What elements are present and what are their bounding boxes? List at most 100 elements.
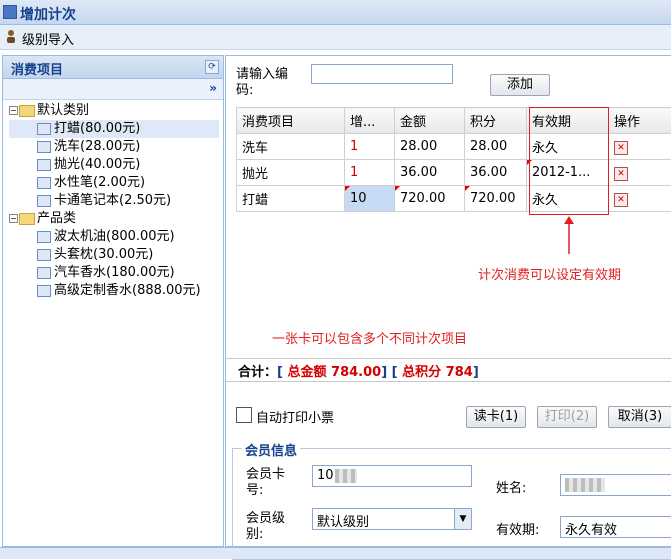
auto-print-label: 自动打印小票	[256, 407, 334, 426]
cell-item: 打蜡	[237, 186, 345, 212]
member-validity-field[interactable]: 永久有效	[560, 516, 671, 538]
total-points: 总积分 784	[402, 365, 473, 380]
tree-item[interactable]: 抛光(40.00元)	[9, 156, 219, 174]
auto-print-checkbox[interactable]	[236, 407, 252, 423]
cell-points[interactable]: 36.00	[465, 160, 527, 186]
delete-icon[interactable]: ✕	[614, 141, 628, 155]
card-number-value: 10	[317, 468, 334, 483]
tree-item[interactable]: 洗车(28.00元)	[9, 138, 219, 156]
folder-icon	[19, 213, 35, 225]
toolbar: 级别导入	[0, 25, 671, 50]
category-label: 默认类别	[37, 103, 89, 118]
delete-icon[interactable]: ✕	[614, 167, 628, 181]
level-import-button[interactable]: 级别导入	[22, 29, 74, 48]
tree-item[interactable]: 头套枕(30.00元)	[9, 246, 219, 264]
cell-amount[interactable]: 28.00	[395, 134, 465, 160]
user-icon	[6, 29, 16, 43]
member-validity-value: 永久有效	[565, 519, 617, 538]
col-header-amount[interactable]: 金额	[395, 108, 465, 134]
tree-category[interactable]: − 默认类别	[9, 102, 219, 120]
tree-item[interactable]: 打蜡(80.00元)	[9, 120, 219, 138]
cell-amount[interactable]: 720.00	[395, 186, 465, 212]
category-label: 产品类	[37, 211, 76, 226]
cell-points[interactable]: 720.00	[465, 186, 527, 212]
member-name-field[interactable]	[560, 474, 671, 496]
card-number-field[interactable]: 10	[312, 465, 472, 487]
item-icon	[37, 159, 51, 171]
annotation-arrow-icon	[562, 216, 576, 254]
card-label-line2: 号:	[246, 483, 285, 499]
col-header-points[interactable]: 积分	[465, 108, 527, 134]
tree-item[interactable]: 波太机油(800.00元)	[9, 228, 219, 246]
item-icon	[37, 285, 51, 297]
consumption-item-panel: 消费项目 ⟳ » − 默认类别 打蜡(80.00元) 洗车(28.00元) 抛光(…	[2, 55, 224, 547]
validity-annotation: 计次消费可以设定有效期	[478, 264, 621, 283]
col-header-count[interactable]: 增...	[345, 108, 395, 134]
member-validity-label: 有效期:	[496, 519, 539, 538]
col-header-item[interactable]: 消费项目	[237, 108, 345, 134]
cell-count[interactable]: 10	[345, 186, 395, 212]
total-amount: 总金额 784.00	[288, 365, 382, 380]
panel-header: 消费项目 ⟳	[3, 56, 223, 79]
tree-item-label: 汽车香水(180.00元)	[54, 265, 175, 280]
code-label-line1: 请输入编	[236, 67, 288, 83]
card-number-label: 会员卡 号:	[246, 467, 285, 499]
collapse-toggle-icon[interactable]: −	[9, 106, 18, 115]
cell-action: ✕	[609, 134, 671, 160]
level-label-line1: 会员级	[246, 511, 285, 527]
add-button[interactable]: 添加	[490, 74, 550, 96]
window-title: 增加计次	[20, 4, 76, 24]
window-titlebar: 增加计次	[0, 0, 671, 25]
cell-count[interactable]: 1	[345, 134, 395, 160]
collapse-icon[interactable]: »	[209, 81, 217, 95]
category-tree: − 默认类别 打蜡(80.00元) 洗车(28.00元) 抛光(40.00元) 水…	[9, 102, 219, 300]
code-input-label: 请输入编 码:	[236, 67, 288, 99]
summary-text: 合计：[ 总金额 784.00] [ 总积分 784]	[238, 361, 479, 380]
redacted-card-digits	[335, 469, 357, 483]
cell-count[interactable]: 1	[345, 160, 395, 186]
tree-item-label: 抛光(40.00元)	[54, 157, 140, 172]
item-icon	[37, 141, 51, 153]
print-button[interactable]: 打印(2)	[537, 406, 597, 428]
item-icon	[37, 123, 51, 135]
collapse-toggle-icon[interactable]: −	[9, 214, 18, 223]
panel-title: 消费项目	[11, 59, 63, 78]
item-icon	[37, 231, 51, 243]
folder-icon	[19, 105, 35, 117]
code-label-line2: 码:	[236, 83, 288, 99]
item-icon	[37, 267, 51, 279]
cell-action: ✕	[609, 186, 671, 212]
delete-icon[interactable]: ✕	[614, 193, 628, 207]
tree-item-label: 打蜡(80.00元)	[54, 121, 140, 136]
summary-prefix: 合计：	[238, 365, 277, 380]
count-entry-panel: 请输入编 码: 添加 消费项目 增... 金额 积分 有效期 操作 洗车 1 2…	[225, 55, 671, 547]
tree-item-label: 波太机油(800.00元)	[54, 229, 175, 244]
tree-item-label: 洗车(28.00元)	[54, 139, 140, 154]
tree-category[interactable]: − 产品类	[9, 210, 219, 228]
read-card-button[interactable]: 读卡(1)	[466, 406, 526, 428]
member-level-select[interactable]: 默认级别 ▼	[312, 508, 472, 530]
tree-item[interactable]: 汽车香水(180.00元)	[9, 264, 219, 282]
chevron-down-icon[interactable]: ▼	[454, 509, 471, 529]
cell-action: ✕	[609, 160, 671, 186]
validity-highlight-box	[529, 107, 609, 215]
cell-amount[interactable]: 36.00	[395, 160, 465, 186]
cell-item: 抛光	[237, 160, 345, 186]
member-info-legend: 会员信息	[242, 440, 300, 459]
member-level-label: 会员级 别:	[246, 511, 285, 543]
tree-item-label: 高级定制香水(888.00元)	[54, 283, 201, 298]
tree-item[interactable]: 高级定制香水(888.00元)	[9, 282, 219, 300]
code-input[interactable]	[311, 64, 453, 84]
tree-item[interactable]: 水性笔(2.00元)	[9, 174, 219, 192]
redacted-name	[565, 478, 605, 492]
cell-points[interactable]: 28.00	[465, 134, 527, 160]
tree-item-label: 卡通笔记本(2.50元)	[54, 193, 171, 208]
refresh-icon[interactable]: ⟳	[205, 60, 219, 74]
tree-item[interactable]: 卡通笔记本(2.50元)	[9, 192, 219, 210]
member-name-label: 姓名:	[496, 477, 526, 496]
card-label-line1: 会员卡	[246, 467, 285, 483]
cell-item: 洗车	[237, 134, 345, 160]
status-bar	[0, 547, 671, 559]
cancel-button[interactable]: 取消(3)	[608, 406, 671, 428]
level-label-line2: 别:	[246, 527, 285, 543]
